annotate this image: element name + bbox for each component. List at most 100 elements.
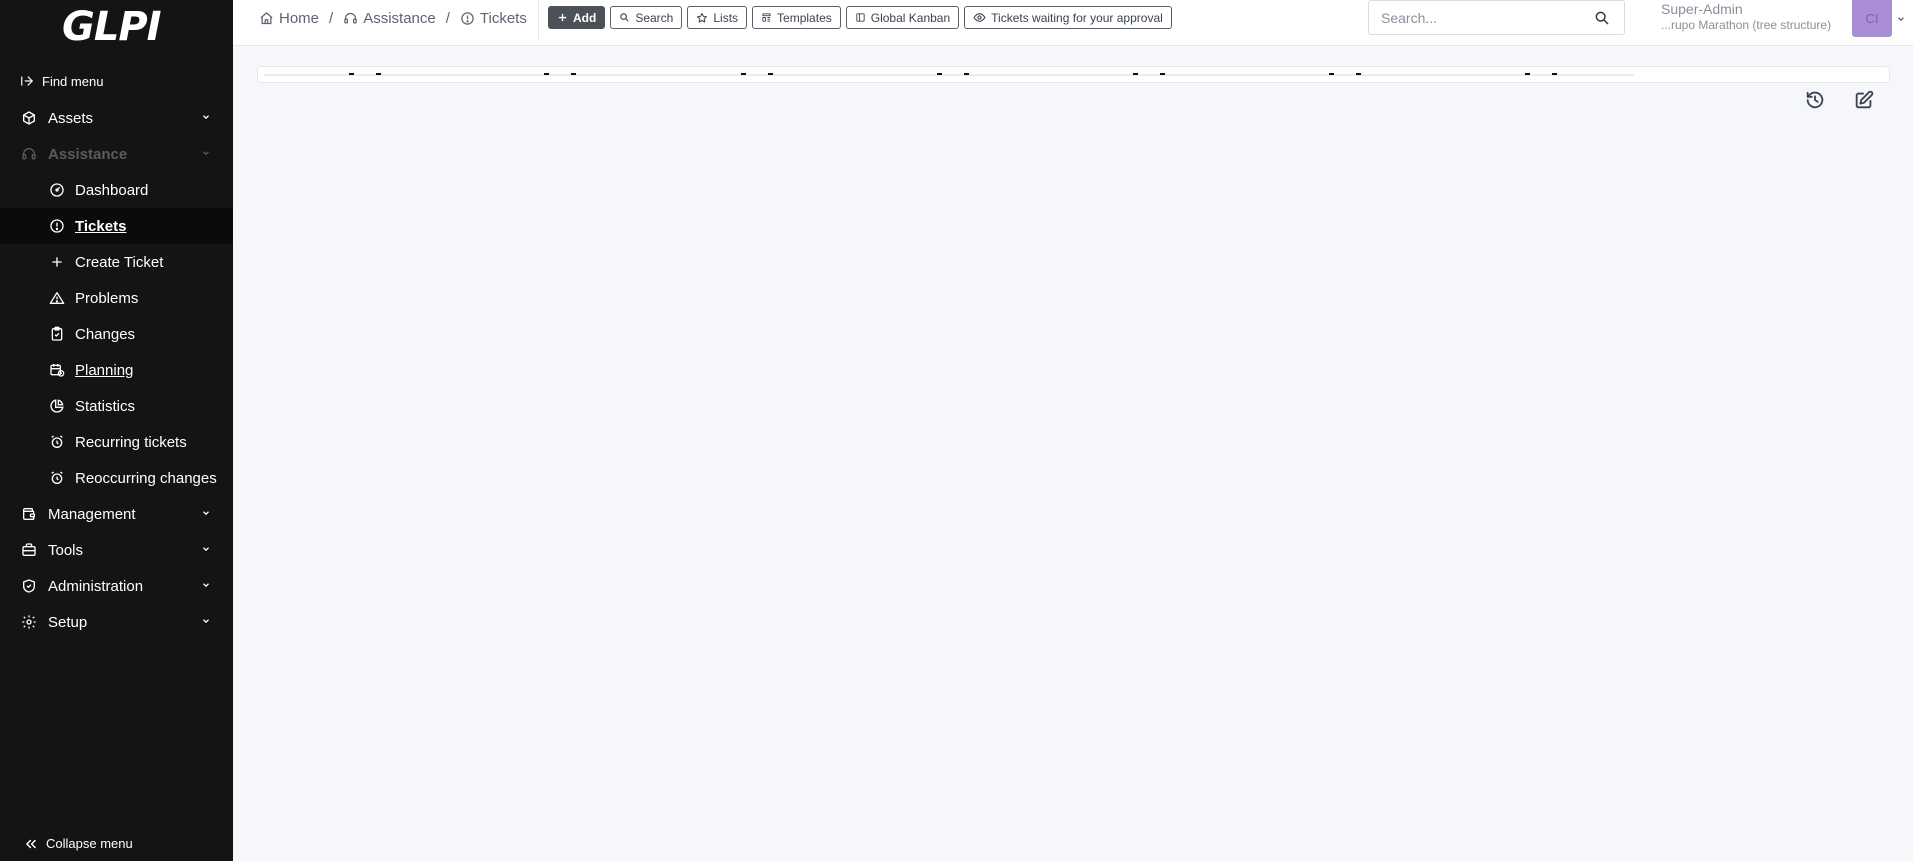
loading-dash [349,73,354,75]
add-button[interactable]: Add [548,6,606,29]
sidebar-item-label: Tickets [75,217,127,235]
arrow-right-enter-icon [21,76,33,86]
find-menu-label: Find menu [42,73,104,89]
sidebar-item-label: Tools [48,541,84,559]
loading-placeholder [257,66,1890,83]
sidebar-item-label: Assistance [48,145,128,163]
tickets-waiting-approval-label: Tickets waiting for your approval [991,10,1163,25]
collapse-menu-label: Collapse menu [46,836,133,851]
header-divider [538,0,539,40]
sidebar-item-create-ticket[interactable]: Create Ticket [0,244,233,280]
breadcrumb-label: Tickets [479,9,527,27]
loading-dash [1552,73,1557,75]
global-search-input[interactable] [1369,9,1584,26]
avatar[interactable]: CI [1852,0,1892,37]
chevron-down-icon[interactable] [1896,14,1906,24]
home-icon [260,11,273,24]
search-icon[interactable] [1594,10,1610,26]
loading-dash [544,73,549,75]
sidebar-item-tools[interactable]: Tools [0,532,233,568]
warning-triangle-icon [48,289,66,307]
breadcrumb-tickets[interactable]: Tickets [460,10,527,27]
sidebar-item-recurring-tickets[interactable]: Recurring tickets [0,424,233,460]
loading-track [264,74,1634,76]
sidebar-item-changes[interactable]: Changes [0,316,233,352]
sidebar-item-management[interactable]: Management [0,496,233,532]
breadcrumb-assistance[interactable]: Assistance [343,10,436,27]
edit-button[interactable] [1852,88,1876,112]
breadcrumb-home[interactable]: Home [259,10,319,27]
breadcrumb-label: Home [279,9,320,27]
sidebar-item-planning[interactable]: Planning [0,352,233,388]
sidebar-item-problems[interactable]: Problems [0,280,233,316]
kanban-icon [856,13,865,22]
chevron-down-icon [203,511,209,516]
sidebar-item-tickets[interactable]: Tickets [0,208,233,244]
search-icon [620,13,629,22]
sidebar-item-assets[interactable]: Assets [0,100,233,136]
sidebar: GLPI Find menu Assets Assistance Dashboa… [0,0,233,861]
plus-icon [48,253,66,271]
star-icon [697,12,708,22]
alert-circle-icon [48,217,66,235]
loading-dash [1329,73,1334,75]
sidebar-item-statistics[interactable]: Statistics [0,388,233,424]
loading-dash [1356,73,1361,75]
eye-icon [973,13,986,22]
global-kanban-button[interactable]: Global Kanban [845,6,960,29]
breadcrumb-separator: / [329,9,334,27]
collapse-menu-button[interactable]: Collapse menu [24,836,133,851]
chevron-up-icon [203,151,209,156]
loading-dash [376,73,381,75]
sidebar-item-label: Setup [48,613,88,631]
chevron-down-icon [203,583,209,588]
sidebar-item-reoccurring-changes[interactable]: Reoccurring changes [0,460,233,496]
sidebar-item-label: Create Ticket [75,253,164,271]
find-menu-link[interactable]: Find menu [20,71,103,91]
logo-text: GLPI [62,4,162,50]
sidebar-item-label: Dashboard [75,181,149,199]
sidebar-item-label: Management [48,505,136,523]
sidebar-item-label: Recurring tickets [75,433,187,451]
chevron-down-icon [203,547,209,552]
tickets-waiting-approval-button[interactable]: Tickets waiting for your approval [964,6,1172,29]
briefcase-icon [20,541,38,559]
sidebar-item-label: Planning [75,361,134,379]
search-button[interactable]: Search [610,6,683,29]
glpi-logo[interactable]: GLPI [62,4,162,50]
sidebar-item-dashboard[interactable]: Dashboard [0,172,233,208]
user-menu[interactable]: Super-Admin ...rupo Marathon (tree struc… [1661,0,1841,36]
templates-button[interactable]: Templates [752,6,841,29]
loading-dash [741,73,746,75]
sidebar-item-setup[interactable]: Setup [0,604,233,640]
sidebar-item-label: Changes [75,325,136,343]
sidebar-item-label: Reoccurring changes [75,469,217,487]
breadcrumb-separator: / [445,9,450,27]
user-entity: ...rupo Marathon (tree structure) [1661,18,1832,32]
loading-dash [964,73,969,75]
lists-button[interactable]: Lists [687,6,748,29]
add-button-label: Add [573,10,597,25]
sidebar-item-administration[interactable]: Administration [0,568,233,604]
chevron-down-icon [203,115,209,120]
loading-dash [937,73,942,75]
alarm-clock-icon [48,469,66,487]
sidebar-item-label: Administration [48,577,144,595]
user-name: Super-Admin [1661,1,1743,17]
gauge-icon [48,181,66,199]
templates-button-label: Templates [777,10,832,25]
sidebar-item-assistance[interactable]: Assistance [0,136,233,172]
top-header: Home / Assistance / Tickets Add Search L… [233,0,1913,46]
template-icon [762,13,771,22]
history-button[interactable] [1803,88,1827,112]
alert-circle-icon [461,11,474,25]
edit-icon [1855,90,1874,109]
alarm-clock-icon [48,433,66,451]
headset-icon [20,145,38,163]
history-icon [1806,91,1824,109]
shield-check-icon [20,577,38,595]
chart-pie-icon [48,397,66,415]
clipboard-check-icon [48,325,66,343]
breadcrumb-label: Assistance [363,9,436,27]
loading-dash [1160,73,1165,75]
